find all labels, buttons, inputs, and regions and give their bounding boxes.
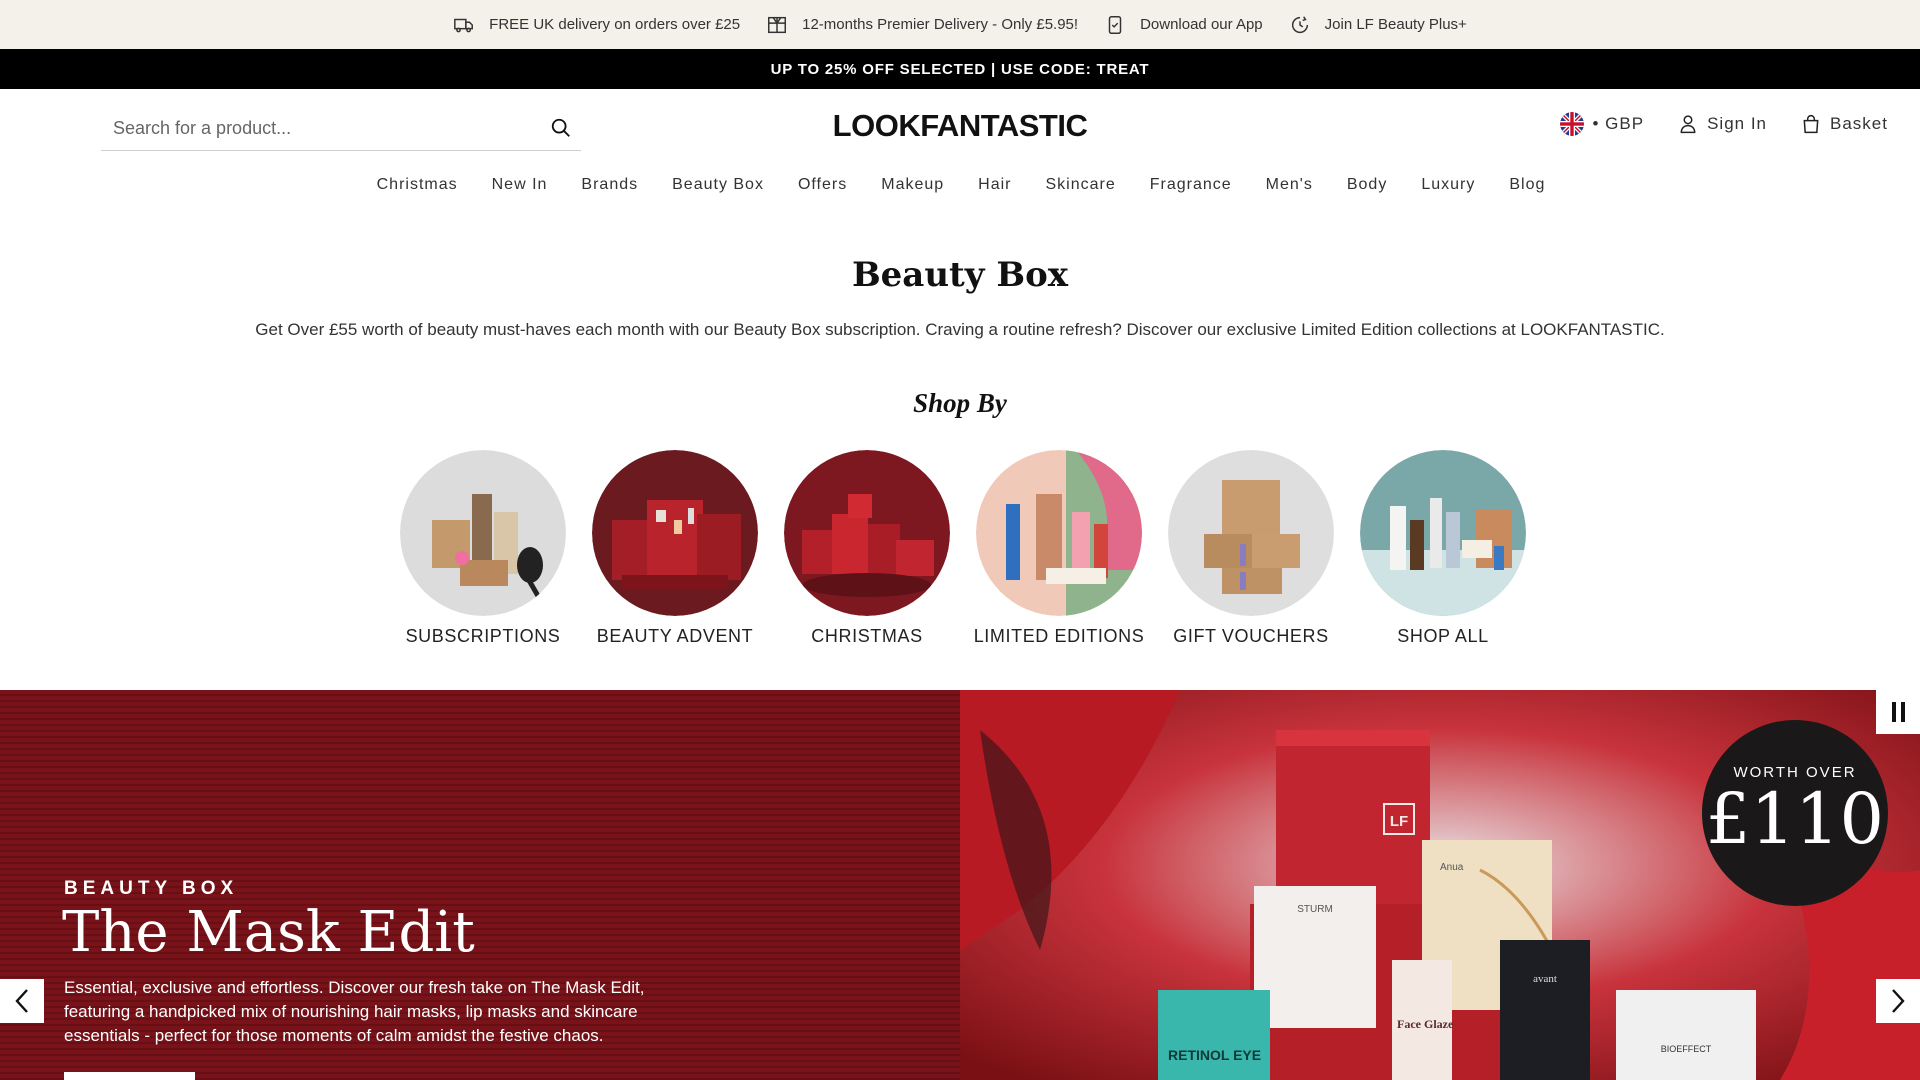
nav-christmas[interactable]: Christmas [375,176,458,194]
nav-new-in[interactable]: New In [490,176,548,194]
utility-delivery-text: FREE UK delivery on orders over £25 [489,16,741,33]
worth-amount: £110 [1705,777,1885,860]
site-logo[interactable]: LOOKFANTASTIC [780,108,1140,148]
shop-by-heading: Shop By [913,388,1007,418]
chevron-right-icon [1892,989,1905,1013]
currency-selector[interactable]: • GBP [1559,112,1645,136]
category-label: GIFT VOUCHERS [1173,626,1329,646]
nav-brands[interactable]: Brands [579,176,638,194]
product-label: STURM [1297,904,1333,915]
product-label: RETINOL EYE [1168,1047,1261,1063]
carousel-next-button[interactable] [1876,979,1920,1023]
refresh-icon [1291,15,1308,33]
banner-cta-button[interactable] [64,1072,195,1080]
category-gift-vouchers[interactable]: GIFT VOUCHERS [1168,450,1334,647]
nav-beauty-box[interactable]: Beauty Box [670,176,764,194]
gift-vouchers-image [1168,450,1334,616]
nav-luxury[interactable]: Luxury [1419,176,1475,194]
category-shop-all[interactable]: SHOP ALL [1360,450,1526,647]
phone-icon [1108,15,1122,34]
carousel-pause-button[interactable] [1876,690,1920,734]
utility-app-text: Download our App [1140,16,1263,33]
utility-bar: FREE UK delivery on orders over £25 12-m… [0,0,1920,49]
sign-in-link[interactable]: Sign In [1678,113,1767,135]
chevron-left-icon [15,989,28,1013]
shopping-bag-icon [1803,115,1819,134]
limited-editions-image [976,450,1142,616]
nav-hair[interactable]: Hair [976,176,1011,194]
worth-badge: WORTH OVER £110 [1702,720,1888,906]
hero-banner[interactable]: BEAUTY BOX The Mask Edit Essential, excl… [0,690,1920,1080]
nav-body[interactable]: Body [1345,176,1387,194]
user-icon [1680,115,1696,134]
nav-makeup[interactable]: Makeup [879,176,944,194]
nav-mens[interactable]: Men's [1264,176,1313,194]
product-label: Anua [1440,862,1464,873]
nav-skincare[interactable]: Skincare [1044,176,1116,194]
page-description: Get Over £55 worth of beauty must-haves … [255,320,1665,339]
pause-icon-bar [1900,702,1905,722]
search-input[interactable] [101,117,541,139]
search-icon [551,118,570,137]
category-label: LIMITED EDITIONS [973,626,1145,646]
utility-premier[interactable]: 12-months Premier Delivery - Only £5.95! [766,14,1078,36]
basket-label: Basket [1830,114,1888,133]
banner-description: Essential, exclusive and effortless. Dis… [64,978,645,1045]
pause-icon-bar [1891,702,1896,722]
category-limited-editions[interactable]: LIMITED EDITIONS [973,450,1145,647]
sign-in-label: Sign In [1707,114,1768,133]
header-actions: • GBP Sign In Basket [1559,112,1889,136]
search-box [101,106,581,151]
carousel-prev-button[interactable] [0,979,44,1023]
page-title: Beauty Box [851,255,1069,295]
promo-bar[interactable]: UP TO 25% OFF SELECTED | USE CODE: TREAT [0,49,1920,89]
gift-calendar-icon [768,16,787,33]
utility-app[interactable]: Download our App [1104,14,1263,36]
utility-beauty-plus-text: Join LF Beauty Plus+ [1324,16,1467,33]
truck-icon [454,18,474,32]
uk-flag-icon [1559,112,1584,136]
product-label: Face Glaze [1397,1017,1454,1031]
banner-title: The Mask Edit [62,900,475,965]
category-label: CHRISTMAS [811,626,923,646]
utility-beauty-plus[interactable]: Join LF Beauty Plus+ [1289,14,1467,36]
nav-blog[interactable]: Blog [1507,176,1545,194]
category-christmas[interactable]: CHRISTMAS [784,450,950,647]
utility-premier-text: 12-months Premier Delivery - Only £5.95! [802,16,1079,33]
nav-fragrance[interactable]: Fragrance [1148,176,1232,194]
utility-delivery[interactable]: FREE UK delivery on orders over £25 [453,14,740,36]
main-nav: Christmas New In Brands Beauty Box Offer… [0,176,1920,194]
box-logo: LF [1390,813,1408,830]
category-label: SUBSCRIPTIONS [405,626,561,646]
shop-all-image [1360,450,1526,616]
beauty-advent-image [592,450,758,616]
product-label: BIOEFFECT [1661,1044,1712,1054]
category-beauty-advent[interactable]: BEAUTY ADVENT [592,450,758,647]
subscriptions-image [400,450,566,616]
currency-label: • GBP [1592,114,1645,133]
nav-offers[interactable]: Offers [796,176,847,194]
banner-kicker: BEAUTY BOX [64,878,239,899]
category-label: BEAUTY ADVENT [596,626,754,646]
promo-text: UP TO 25% OFF SELECTED | USE CODE: TREAT [770,60,1150,78]
banner-text-panel: BEAUTY BOX The Mask Edit Essential, excl… [0,690,960,1080]
category-subscriptions[interactable]: SUBSCRIPTIONS [400,450,566,647]
basket-link[interactable]: Basket [1801,113,1888,135]
category-carousel: SUBSCRIPTIONS BEAUTY ADVENT CHRISTMAS LI… [400,450,1526,647]
product-label: avant [1533,973,1557,985]
christmas-image [784,450,950,616]
category-label: SHOP ALL [1397,626,1489,646]
search-button[interactable] [541,108,581,148]
